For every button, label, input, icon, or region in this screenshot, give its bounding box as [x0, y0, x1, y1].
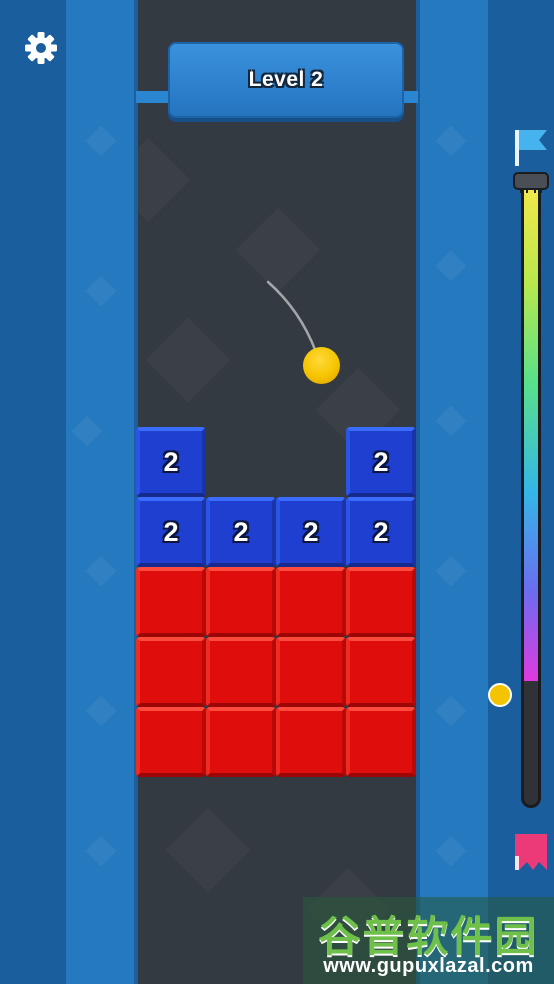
- ball-trail: [266, 280, 318, 354]
- blue-flag-icon: [515, 130, 547, 166]
- block-value: 2: [373, 446, 389, 477]
- red-block: [206, 637, 276, 707]
- red-block: [136, 637, 206, 707]
- progress-marker: [488, 683, 512, 707]
- red-block: [276, 637, 346, 707]
- watermark: 谷普软件园 www.gupuxlazal.com: [303, 897, 554, 984]
- red-block: [346, 707, 416, 777]
- red-block: [136, 567, 206, 637]
- block-value: 2: [163, 446, 179, 477]
- red-block: [206, 707, 276, 777]
- ball: [303, 347, 340, 384]
- red-block: [346, 637, 416, 707]
- watermark-url: www.gupuxlazal.com: [323, 955, 534, 977]
- red-block: [276, 707, 346, 777]
- progress-fill: [524, 183, 538, 681]
- blue-block: 2: [346, 497, 416, 567]
- blue-block: 2: [136, 497, 206, 567]
- pink-flag-icon: [515, 834, 547, 870]
- block-value: 2: [373, 516, 389, 547]
- progress-track: [521, 180, 541, 808]
- blue-block: 2: [136, 427, 206, 497]
- blue-block: 2: [206, 497, 276, 567]
- blue-block: 2: [346, 427, 416, 497]
- blue-block: 2: [276, 497, 346, 567]
- progress-cap: [513, 172, 549, 193]
- red-block: [276, 567, 346, 637]
- red-block: [206, 567, 276, 637]
- block-value: 2: [163, 516, 179, 547]
- block-value: 2: [233, 516, 249, 547]
- red-block: [136, 707, 206, 777]
- red-block: [346, 567, 416, 637]
- block-value: 2: [303, 516, 319, 547]
